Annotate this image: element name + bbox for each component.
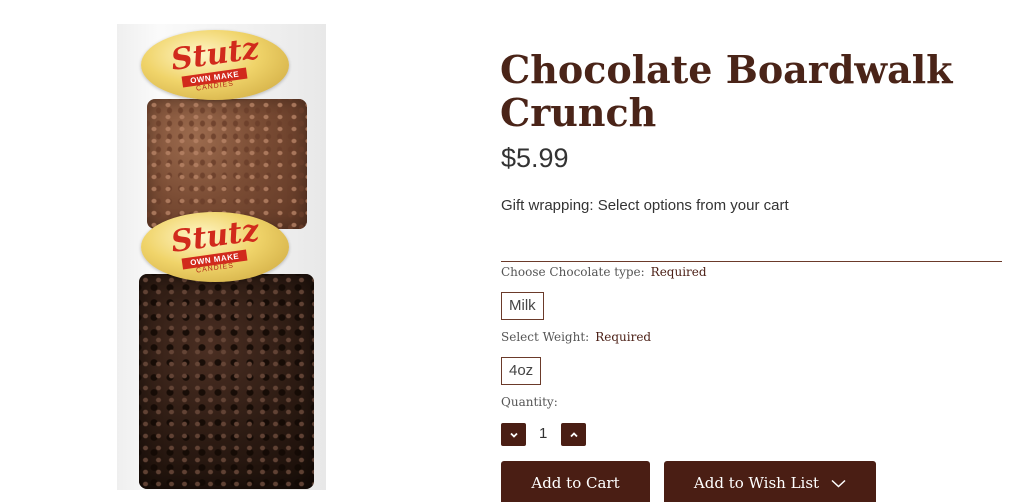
gift-wrapping-note: Gift wrapping: Select options from your … xyxy=(501,197,789,214)
add-to-wishlist-label: Add to Wish List xyxy=(693,474,820,492)
milk-chocolate-bar xyxy=(147,99,307,229)
brand-name: Stutz xyxy=(168,31,262,78)
weight-label: Select Weight: Required xyxy=(501,330,651,344)
chevron-up-icon xyxy=(569,431,578,437)
chevron-down-icon[interactable] xyxy=(831,479,846,488)
product-price: $5.99 xyxy=(501,143,569,173)
quantity-label: Quantity: xyxy=(501,395,558,409)
brand-label: Stutz OWN MAKE CANDIES xyxy=(141,212,289,282)
quantity-increment-button[interactable] xyxy=(561,423,586,446)
add-to-cart-button[interactable]: Add to Cart xyxy=(501,461,650,502)
quantity-decrement-button[interactable] xyxy=(501,423,526,446)
brand-name: Stutz xyxy=(168,213,262,260)
required-indicator: Required xyxy=(650,265,707,279)
divider xyxy=(501,261,1002,262)
chocolate-type-option-milk[interactable]: Milk xyxy=(501,292,544,320)
chevron-down-icon xyxy=(509,432,518,438)
dark-chocolate-bar xyxy=(139,274,314,489)
product-title: Chocolate Boardwalk Crunch xyxy=(500,47,953,135)
required-indicator: Required xyxy=(595,330,652,344)
add-to-wishlist-button[interactable]: Add to Wish List xyxy=(664,461,876,502)
chocolate-type-label: Choose Chocolate type: Required xyxy=(501,265,707,279)
chocolate-type-label-text: Choose Chocolate type: xyxy=(501,265,645,279)
quantity-value[interactable]: 1 xyxy=(539,425,547,442)
product-image[interactable]: Stutz OWN MAKE CANDIES Stutz OWN MAKE CA… xyxy=(117,24,326,490)
weight-label-text: Select Weight: xyxy=(501,330,590,344)
weight-option-4oz[interactable]: 4oz xyxy=(501,357,542,385)
brand-label: Stutz OWN MAKE CANDIES xyxy=(141,30,289,100)
add-to-cart-label: Add to Cart xyxy=(531,474,620,492)
